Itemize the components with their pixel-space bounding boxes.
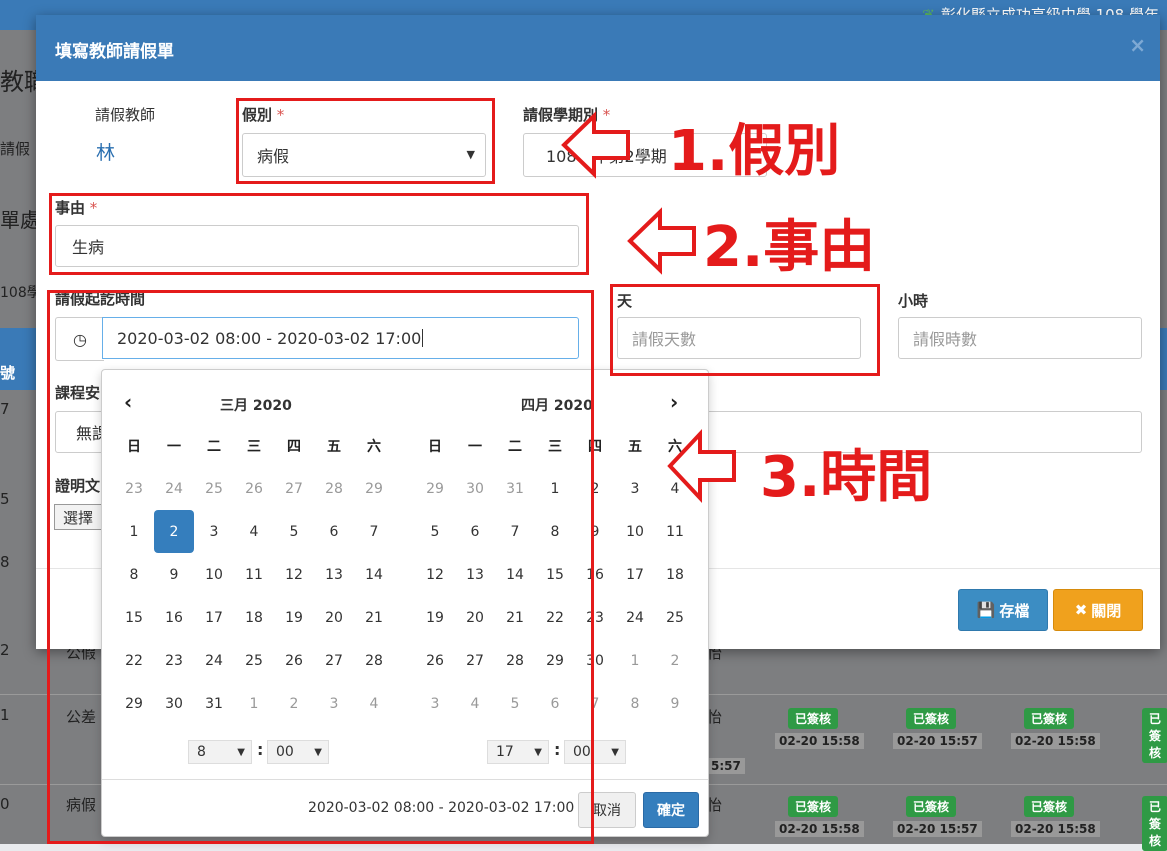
- save-icon: 💾: [976, 601, 996, 619]
- table-cell-time: 5:57: [707, 758, 745, 774]
- weekday-header: 五: [628, 438, 642, 455]
- save-button[interactable]: 💾 存檔: [958, 589, 1048, 631]
- badge-date: 02-20 15:57: [893, 733, 982, 749]
- annotation-box-days: [610, 284, 880, 376]
- table-cell: 5: [0, 490, 10, 508]
- status-badge: 已簽核: [1024, 796, 1075, 817]
- status-badge: 已簽核: [906, 708, 957, 729]
- annotation-step-2: 2.事由: [703, 215, 876, 280]
- close-button[interactable]: ✖ 關閉: [1053, 589, 1143, 631]
- table-cell: 2: [0, 641, 10, 659]
- calendar-day[interactable]: 25: [655, 596, 695, 639]
- background-tab: 請假: [0, 140, 31, 158]
- calendar-day[interactable]: 3: [615, 467, 655, 510]
- badge-date: 02-20 15:58: [1011, 821, 1100, 837]
- close-icon[interactable]: ×: [1129, 33, 1146, 57]
- table-cell: 1: [0, 706, 10, 724]
- status-badge: 已簽核: [788, 796, 839, 817]
- arrow-left-icon: [561, 111, 630, 179]
- calendar-day[interactable]: 2: [655, 639, 695, 682]
- badge-date: 02-20 15:58: [775, 821, 864, 837]
- calendar-day[interactable]: 10: [615, 510, 655, 553]
- caret-down-icon: ▼: [611, 746, 619, 758]
- teacher-name: 林: [96, 142, 116, 164]
- hours-label: 小時: [898, 292, 929, 310]
- status-badge: 已簽核: [1024, 708, 1075, 729]
- table-cell: 0: [0, 795, 10, 813]
- status-badge: 已簽核: [1142, 796, 1167, 851]
- table-header-cell: 號: [0, 364, 16, 382]
- table-cell: 8: [0, 553, 10, 571]
- badge-date: 02-20 15:58: [1011, 733, 1100, 749]
- status-badge: 已簽核: [788, 708, 839, 729]
- arrow-left-icon: [627, 207, 696, 275]
- background-section: 單處: [0, 208, 40, 232]
- picker-ok-button[interactable]: 確定: [643, 792, 699, 828]
- badge-date: 02-20 15:58: [775, 733, 864, 749]
- next-month-icon[interactable]: ›: [670, 390, 678, 414]
- status-badge: 已簽核: [1142, 708, 1167, 763]
- calendar-day[interactable]: 17: [615, 553, 655, 596]
- calendar-day[interactable]: 11: [655, 510, 695, 553]
- calendar-day[interactable]: 8: [615, 682, 655, 725]
- calendar-day[interactable]: 1: [615, 639, 655, 682]
- annotation-box-leave-type: [236, 98, 495, 184]
- table-cell: 7: [0, 400, 10, 418]
- modal-header: [36, 15, 1160, 81]
- annotation-step-1: 1.假別: [668, 119, 841, 184]
- teacher-label: 請假教師: [95, 106, 156, 124]
- annotation-step-3: 3.時間: [760, 445, 933, 510]
- badge-date: 02-20 15:57: [893, 821, 982, 837]
- hours-input[interactable]: 請假時數: [898, 317, 1142, 359]
- calendar-day[interactable]: 9: [655, 682, 695, 725]
- table-cell-name: 怡: [707, 796, 723, 814]
- background-semester: 108學: [0, 285, 41, 301]
- annotation-box-period: [47, 290, 594, 844]
- table-cell-name: 怡: [707, 708, 723, 726]
- calendar-day[interactable]: 18: [655, 553, 695, 596]
- status-badge: 已簽核: [906, 796, 957, 817]
- x-icon: ✖: [1074, 601, 1088, 619]
- modal-title: 填寫教師請假單: [55, 42, 174, 62]
- arrow-left-icon: [667, 428, 736, 504]
- annotation-box-reason: [49, 193, 589, 275]
- calendar-day[interactable]: 24: [615, 596, 655, 639]
